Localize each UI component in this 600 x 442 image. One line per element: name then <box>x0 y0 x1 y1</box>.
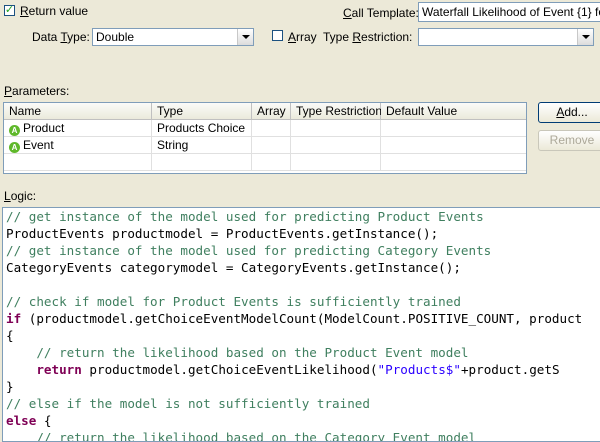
code-line: if (productmodel.getChoiceEventModelCoun… <box>6 311 583 326</box>
param-name: Product <box>23 121 65 135</box>
table-row[interactable]: A Event <box>4 137 152 154</box>
call-template-input[interactable]: Waterfall Likelihood of Event {1} for {0… <box>418 2 600 22</box>
table-cell-empty[interactable] <box>381 154 526 171</box>
attribute-icon: A <box>9 142 20 153</box>
param-array[interactable] <box>252 137 291 154</box>
code-line: // check if model for Product Events is … <box>6 294 461 309</box>
param-restriction[interactable] <box>291 120 381 137</box>
table-cell-empty[interactable] <box>152 154 252 171</box>
return-value-label: Return value <box>20 4 89 18</box>
code-line: return productmodel.getChoiceEventLikeli… <box>36 362 560 377</box>
code-line: { <box>6 328 14 343</box>
table-cell-empty[interactable] <box>252 154 291 171</box>
attribute-icon: A <box>9 125 20 136</box>
type-restriction-select[interactable] <box>418 28 594 46</box>
code-line: } <box>6 379 14 394</box>
array-checkbox[interactable] <box>272 30 283 41</box>
param-default[interactable] <box>381 137 526 154</box>
param-type[interactable]: Products Choice <box>152 120 252 137</box>
add-parameter-button[interactable]: Add... <box>538 102 600 123</box>
code-line: // else if the model is not sufficiently… <box>6 396 370 411</box>
chevron-down-icon[interactable] <box>577 29 593 45</box>
data-type-select[interactable]: Double <box>92 28 254 46</box>
param-array[interactable] <box>252 120 291 137</box>
code-line: // get instance of the model used for pr… <box>6 243 492 258</box>
column-header-type-restriction[interactable]: Type Restriction <box>291 103 382 120</box>
return-value-checkbox[interactable]: ✓ <box>4 5 15 16</box>
param-default[interactable] <box>381 120 526 137</box>
column-header-name[interactable]: Name <box>4 103 152 120</box>
checkmark-icon: ✓ <box>4 4 15 16</box>
data-type-value: Double <box>96 30 135 44</box>
code-line: // return the likelihood based on the Ca… <box>6 430 477 442</box>
call-template-label: Call Template: <box>343 6 419 20</box>
code-line: // return the likelihood based on the Pr… <box>6 345 469 360</box>
param-restriction[interactable] <box>291 137 381 154</box>
logic-code-editor[interactable]: // get instance of the model used for pr… <box>2 207 600 442</box>
code-line: ProductEvents productmodel = ProductEven… <box>6 226 439 241</box>
column-header-default-value[interactable]: Default Value <box>381 103 526 120</box>
code-line: // get instance of the model used for pr… <box>6 209 484 224</box>
table-row[interactable]: A Product <box>4 120 152 137</box>
code-line: else { <box>6 413 52 428</box>
chevron-down-icon[interactable] <box>237 29 253 45</box>
parameters-label: Parameters: <box>4 84 70 98</box>
param-name: Event <box>23 138 54 152</box>
column-header-type[interactable]: Type <box>152 103 252 120</box>
type-restriction-label: Type Restriction: <box>323 30 413 44</box>
data-type-label: Data Type: <box>32 30 90 44</box>
remove-parameter-button[interactable]: Remove <box>538 130 600 151</box>
table-row-empty[interactable] <box>4 154 152 171</box>
array-label: Array <box>288 30 317 44</box>
code-line: CategoryEvents categorymodel = CategoryE… <box>6 260 461 275</box>
column-header-array[interactable]: Array <box>252 103 291 120</box>
parameters-table[interactable]: Name Type Array Type Restriction Default… <box>3 102 527 174</box>
table-cell-empty[interactable] <box>291 154 381 171</box>
logic-label: Logic: <box>4 189 37 203</box>
param-type[interactable]: String <box>152 137 252 154</box>
